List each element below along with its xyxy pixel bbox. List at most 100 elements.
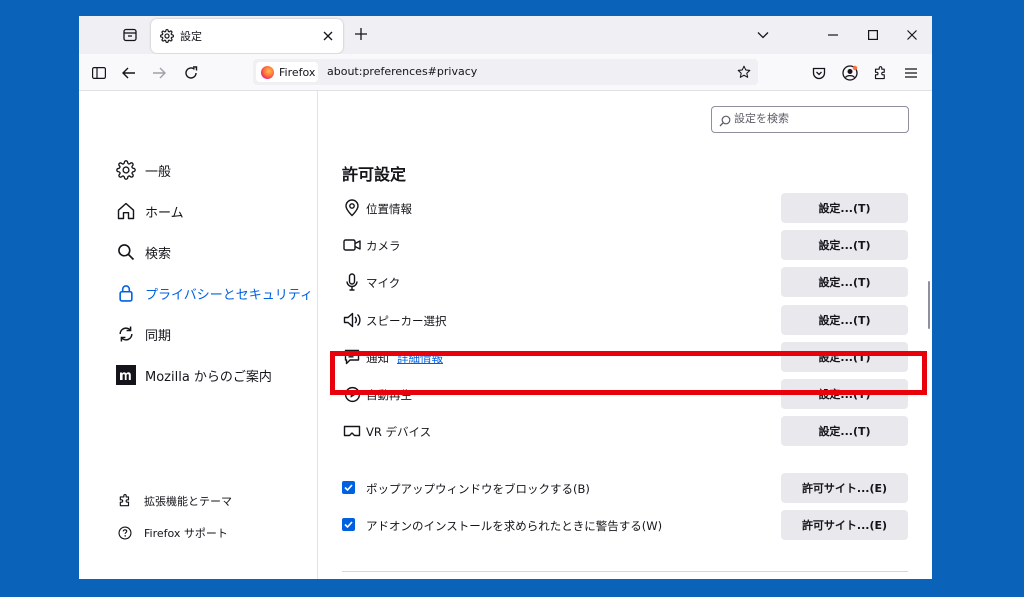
account-button[interactable] — [839, 62, 861, 84]
vr-icon — [342, 421, 362, 441]
maximize-icon — [868, 30, 878, 40]
scrollbar-thumb[interactable] — [928, 281, 930, 329]
permission-row-speaker: スピーカー選択 設定...(T) — [342, 305, 908, 335]
section-divider — [342, 571, 908, 572]
permission-row-camera: カメラ 設定...(T) — [342, 230, 908, 260]
permission-label: 位置情報 — [366, 202, 412, 216]
url-text[interactable]: about:preferences#privacy — [327, 65, 477, 78]
tab-strip: 設定 — [79, 16, 932, 54]
forward-button[interactable] — [148, 62, 170, 84]
puzzle-icon — [117, 493, 133, 509]
minimize-icon — [828, 34, 838, 36]
category-privacy[interactable]: プライバシーとセキュリティ — [115, 280, 313, 306]
identity-label: Firefox — [279, 65, 316, 79]
gear-icon — [160, 28, 174, 47]
checkmark-icon — [344, 484, 353, 491]
pocket-button[interactable] — [808, 62, 830, 84]
close-icon — [323, 31, 333, 41]
reload-icon — [185, 66, 198, 79]
warn-addon-install-checkbox[interactable] — [342, 518, 355, 531]
settings-search[interactable] — [711, 106, 909, 133]
identity-box[interactable]: Firefox — [256, 62, 318, 82]
hamburger-menu-icon — [905, 68, 917, 78]
firefox-view-icon — [123, 28, 137, 42]
category-label: Mozilla からのご案内 — [145, 369, 272, 385]
warn-addon-install-label[interactable]: アドオンのインストールを求められたときに警告する(W) — [366, 518, 662, 534]
category-home[interactable]: ホーム — [115, 198, 184, 224]
permission-label: VR デバイス — [366, 425, 432, 439]
category-mozilla[interactable]: Mozilla からのご案内 — [115, 362, 272, 388]
extensions-button[interactable] — [869, 62, 891, 84]
camera-icon — [342, 235, 362, 255]
forward-arrow-icon — [153, 67, 166, 79]
permission-label: マイク — [366, 276, 401, 290]
permission-row-location: 位置情報 設定...(T) — [342, 193, 908, 223]
star-icon — [737, 65, 751, 78]
home-icon — [115, 200, 137, 222]
block-popups-label[interactable]: ポップアップウィンドウをブロックする(B) — [366, 481, 590, 497]
sync-icon — [115, 323, 137, 345]
location-settings-button[interactable]: 設定...(T) — [781, 193, 908, 223]
new-tab-button[interactable] — [351, 24, 371, 44]
highlight-box — [330, 351, 927, 395]
browser-window: 設定 Firefox about:preferences#privacy 一般 … — [79, 16, 932, 579]
speaker-settings-button[interactable]: 設定...(T) — [781, 305, 908, 335]
microphone-settings-button[interactable]: 設定...(T) — [781, 267, 908, 297]
block-popups-checkbox[interactable] — [342, 481, 355, 494]
permission-row-vr: VR デバイス 設定...(T) — [342, 416, 908, 446]
mozilla-icon — [115, 364, 137, 386]
url-bar[interactable]: Firefox about:preferences#privacy — [253, 59, 758, 85]
help-icon — [117, 525, 133, 541]
microphone-icon — [342, 272, 362, 292]
gear-icon — [115, 159, 137, 181]
category-sync[interactable]: 同期 — [115, 321, 171, 347]
category-label: 検索 — [145, 246, 172, 262]
back-arrow-icon — [122, 67, 135, 79]
tab-title: 設定 — [180, 30, 202, 43]
navigation-toolbar: Firefox about:preferences#privacy — [79, 54, 932, 91]
warn-addon-install-row: アドオンのインストールを求められたときに警告する(W) 許可サイト...(E) — [342, 510, 908, 540]
minimize-button[interactable] — [822, 24, 844, 46]
vr-settings-button[interactable]: 設定...(T) — [781, 416, 908, 446]
close-tab-button[interactable] — [319, 27, 337, 45]
support-label: Firefox サポート — [144, 527, 228, 540]
block-popups-row: ポップアップウィンドウをブロックする(B) 許可サイト...(E) — [342, 473, 908, 503]
tab-settings[interactable]: 設定 — [151, 19, 343, 53]
category-label: ホーム — [145, 205, 184, 221]
maximize-button[interactable] — [862, 24, 884, 46]
addons-link[interactable]: 拡張機能とテーマ — [117, 491, 232, 511]
popup-exceptions-button[interactable]: 許可サイト...(E) — [781, 473, 908, 503]
addons-label: 拡張機能とテーマ — [144, 495, 232, 508]
list-all-tabs-button[interactable] — [752, 24, 774, 46]
checkmark-icon — [344, 521, 353, 528]
preferences-page: 一般 ホーム 検索 プライバシーとセキュリティ 同期 Mozilla からのご案… — [79, 91, 932, 579]
addon-exceptions-button[interactable]: 許可サイト...(E) — [781, 510, 908, 540]
sidebar-icon — [92, 67, 106, 79]
category-label: 同期 — [145, 328, 172, 344]
reload-button[interactable] — [180, 62, 202, 84]
support-link[interactable]: Firefox サポート — [117, 523, 228, 543]
account-icon — [842, 65, 858, 81]
bookmark-star-button[interactable] — [734, 62, 754, 82]
search-icon — [115, 241, 137, 263]
puzzle-icon — [874, 65, 885, 79]
search-input[interactable] — [734, 110, 902, 127]
category-label: プライバシーとセキュリティ — [145, 287, 313, 303]
main-pane: 許可設定 位置情報 設定...(T) カメラ 設定...(T) マイク — [318, 91, 932, 579]
camera-settings-button[interactable]: 設定...(T) — [781, 230, 908, 260]
location-icon — [342, 198, 362, 218]
category-general[interactable]: 一般 — [115, 157, 171, 183]
close-window-button[interactable] — [901, 24, 923, 46]
close-icon — [907, 30, 917, 40]
permission-label: カメラ — [366, 239, 401, 253]
search-icon — [719, 112, 731, 131]
permission-label: スピーカー選択 — [366, 314, 447, 328]
permission-row-microphone: マイク 設定...(T) — [342, 267, 908, 297]
back-button[interactable] — [118, 62, 140, 84]
firefox-view-button[interactable] — [119, 25, 141, 45]
plus-icon — [355, 28, 367, 40]
sidebar-toggle-button[interactable] — [88, 62, 110, 84]
app-menu-button[interactable] — [900, 62, 922, 84]
category-label: 一般 — [145, 164, 172, 180]
category-search[interactable]: 検索 — [115, 239, 171, 265]
